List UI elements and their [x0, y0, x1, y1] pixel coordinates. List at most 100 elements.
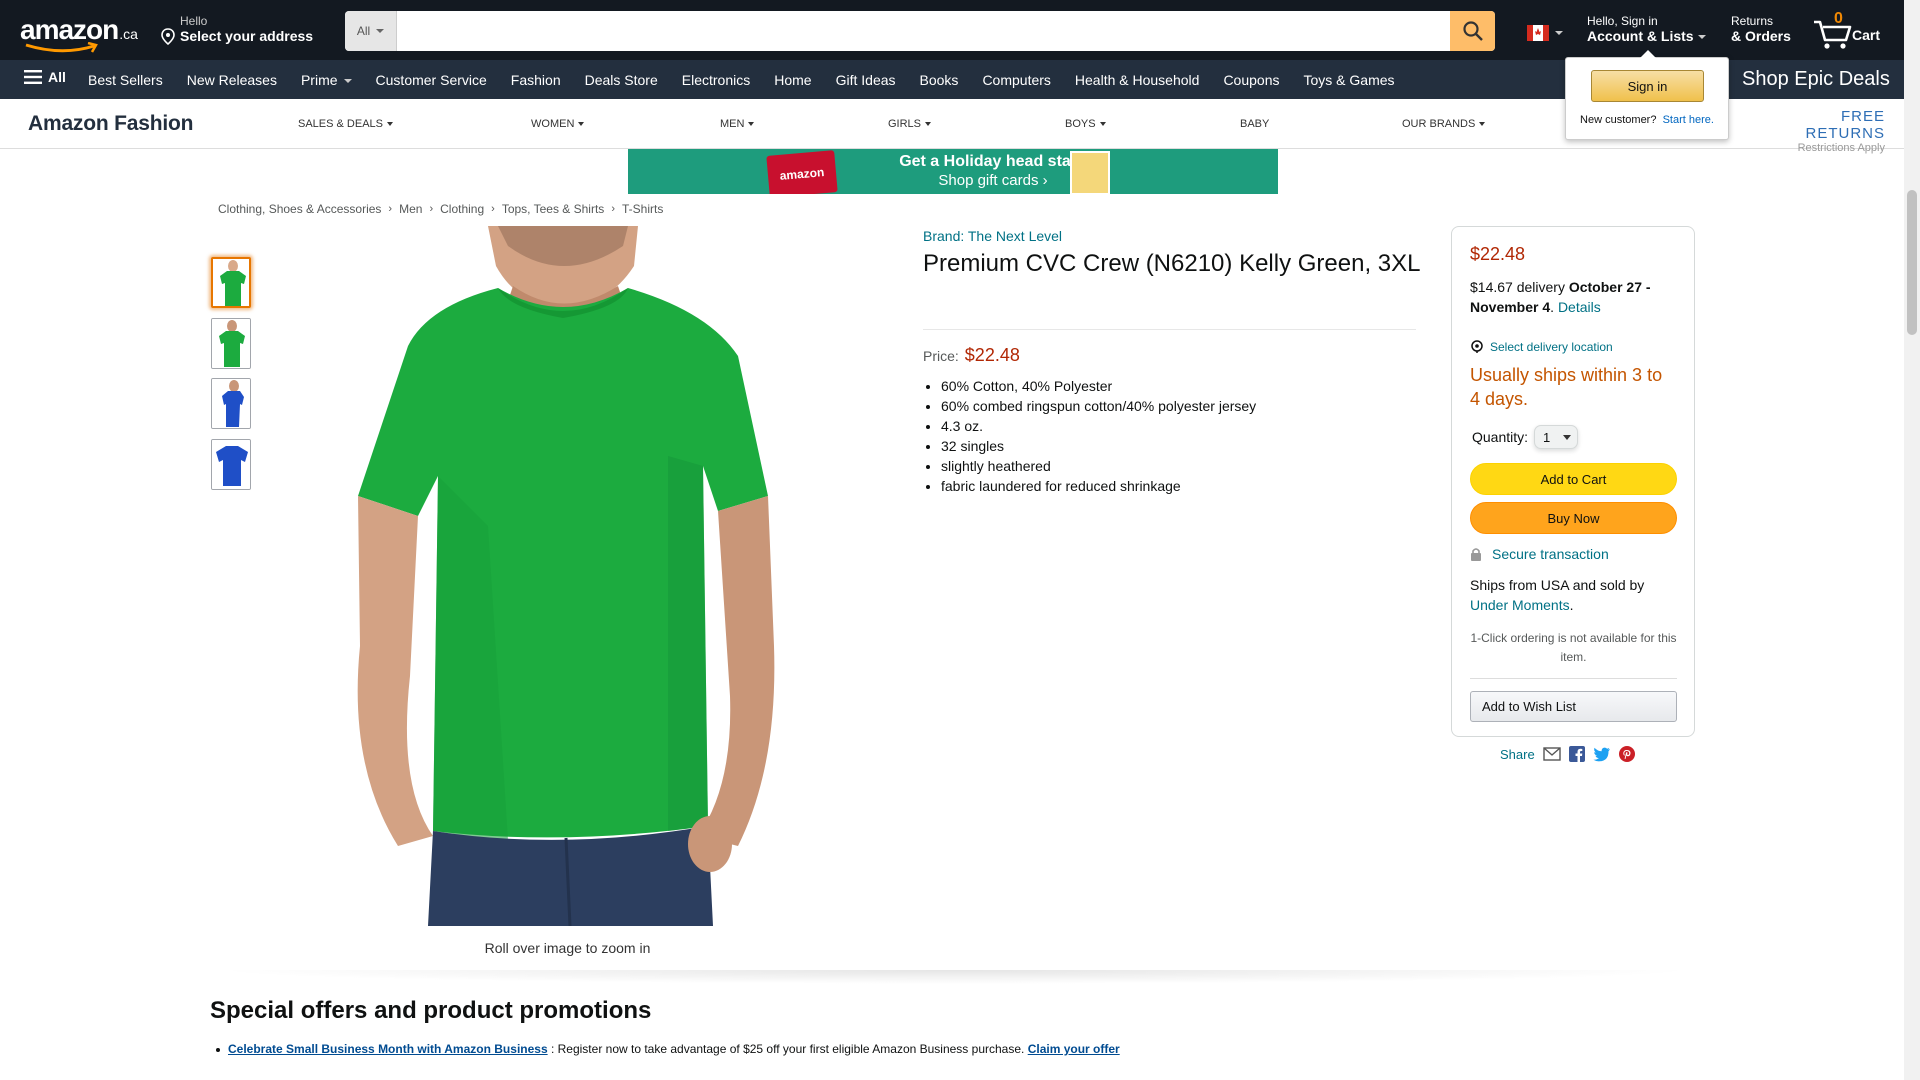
green-shirt-thumb-icon [212, 319, 250, 368]
deliver-greeting: Hello [180, 14, 208, 28]
deliver-address: Select your address [180, 28, 314, 44]
fashion-category-label: SALES & DEALS [298, 118, 383, 130]
promotion-text: : Register now to take advantage of $25 … [547, 1042, 1028, 1056]
location-icon [1471, 340, 1483, 353]
chevron-down-icon [1099, 122, 1106, 127]
breadcrumb-item[interactable]: Tops, Tees & Shirts [502, 202, 605, 216]
amazon-logo[interactable]: amazon.ca [20, 14, 142, 53]
blue-shirt-thumb-icon [212, 440, 250, 489]
scrollbar-thumb[interactable] [1907, 190, 1917, 335]
subnav-gift-ideas[interactable]: Gift Ideas [824, 72, 908, 88]
product-thumbnail[interactable] [211, 318, 251, 369]
subnav-new-releases[interactable]: New Releases [175, 72, 289, 88]
blue-shirt-thumb-icon [212, 379, 250, 428]
breadcrumb-item[interactable]: Men [399, 202, 422, 216]
secure-transaction-link[interactable]: Secure transaction [1470, 546, 1609, 562]
brand-link[interactable]: Brand: The Next Level [923, 228, 1062, 244]
promotion-link[interactable]: Celebrate Small Business Month with Amaz… [228, 1042, 548, 1056]
product-thumbnail[interactable] [211, 257, 251, 308]
add-to-wish-list-button[interactable]: Add to Wish List [1470, 691, 1677, 722]
breadcrumb-item[interactable]: Clothing [440, 202, 484, 216]
feature-bullet: 60% Cotton, 40% Polyester [941, 376, 1256, 396]
search-button[interactable] [1450, 11, 1495, 51]
breadcrumb-item[interactable]: Clothing, Shoes & Accessories [218, 202, 381, 216]
product-thumbnail[interactable] [211, 378, 251, 429]
main-product-image[interactable] [338, 226, 796, 926]
free-returns-banner[interactable]: FREE RETURNS Restrictions Apply [1765, 108, 1885, 154]
subnav-home[interactable]: Home [762, 72, 823, 88]
signin-button[interactable]: Sign in [1591, 70, 1704, 102]
fashion-sales-deals[interactable]: SALES & DEALS [298, 118, 393, 130]
product-thumbnail[interactable] [211, 439, 251, 490]
add-to-cart-button[interactable]: Add to Cart [1470, 463, 1677, 495]
email-icon[interactable] [1543, 747, 1561, 761]
subnav-prime[interactable]: Prime [289, 72, 364, 88]
claim-offer-link[interactable]: Claim your offer [1028, 1042, 1120, 1056]
feature-bullet: 32 singles [941, 436, 1256, 456]
subnav-health-household[interactable]: Health & Household [1063, 72, 1212, 88]
feature-bullet: 60% combed ringspun cotton/40% polyester… [941, 396, 1256, 416]
fashion-boys[interactable]: BOYS [1065, 118, 1106, 130]
lock-icon [1471, 548, 1481, 561]
ships-from-text: Ships from USA and sold by [1470, 577, 1645, 593]
account-and-lists[interactable]: Hello, Sign in Account & Lists [1587, 14, 1706, 44]
divider [1470, 678, 1677, 679]
cart-button[interactable]: 0 Cart [1812, 10, 1888, 50]
all-menu-button[interactable]: All [24, 69, 66, 85]
fashion-baby[interactable]: BABY [1240, 118, 1269, 130]
gift-card-banner[interactable]: amazon Get a Holiday head start. Shop gi… [628, 149, 1278, 194]
returns-label: Returns [1731, 14, 1774, 28]
language-selector[interactable] [1527, 25, 1563, 41]
delivery-details-link[interactable]: Details [1558, 299, 1601, 315]
quantity-row: Quantity: 1 [1472, 425, 1579, 449]
seller-link[interactable]: Under Moments [1470, 597, 1570, 613]
subnav-customer-service[interactable]: Customer Service [364, 72, 499, 88]
quantity-dropdown[interactable]: 1 [1534, 425, 1579, 449]
search-input[interactable] [397, 11, 1450, 51]
facebook-icon[interactable] [1568, 746, 1585, 762]
breadcrumb-item[interactable]: T-Shirts [622, 202, 663, 216]
fashion-our-brands[interactable]: OUR BRANDS [1402, 118, 1486, 130]
subnav-computers[interactable]: Computers [970, 72, 1062, 88]
search-category-dropdown[interactable]: All [345, 11, 397, 51]
subnav-books[interactable]: Books [908, 72, 971, 88]
amazon-fashion-logo[interactable]: Amazon Fashion [28, 112, 193, 136]
hamburger-icon [24, 70, 42, 84]
breadcrumb: Clothing, Shoes & Accessories › Men › Clot… [218, 202, 663, 216]
orders-label: & Orders [1731, 28, 1791, 44]
subnav-electronics[interactable]: Electronics [670, 72, 762, 88]
subnav-best-sellers[interactable]: Best Sellers [76, 72, 175, 88]
smile-arrow-icon [25, 42, 98, 53]
ships-from-info: Ships from USA and sold by Under Moments… [1470, 577, 1645, 613]
green-tshirt-model-image [357, 226, 775, 926]
chevron-down-icon [925, 122, 932, 127]
breadcrumb-separator-icon: › [429, 203, 434, 215]
gift-card-image [1070, 151, 1110, 194]
subnav-fashion[interactable]: Fashion [499, 72, 573, 88]
pinterest-icon[interactable] [1618, 746, 1635, 762]
price-row: Price: $22.48 [923, 345, 1020, 366]
fashion-men[interactable]: MEN [720, 118, 755, 130]
shipping-availability: Usually ships within 3 to 4 days. [1470, 365, 1663, 409]
subnav-coupons[interactable]: Coupons [1211, 72, 1291, 88]
returns-orders[interactable]: Returns & Orders [1731, 14, 1791, 44]
fashion-girls[interactable]: GIRLS [888, 118, 932, 130]
logo-tld: .ca [119, 26, 138, 42]
fashion-women[interactable]: WOMEN [531, 118, 585, 130]
start-here-link[interactable]: Start here. [1663, 114, 1714, 126]
shop-epic-deals-link[interactable]: Shop Epic Deals [1742, 68, 1890, 91]
page-scrollbar[interactable] [1904, 0, 1920, 1080]
chevron-down-icon [748, 122, 755, 127]
twitter-icon[interactable] [1593, 747, 1611, 762]
breadcrumb-separator-icon: › [491, 203, 495, 215]
subnav-toys-games[interactable]: Toys & Games [1291, 72, 1406, 88]
free-returns-title: FREE RETURNS [1805, 108, 1885, 142]
chevron-down-icon [376, 29, 385, 33]
buy-now-button[interactable]: Buy Now [1470, 502, 1677, 534]
subnav-deals-store[interactable]: Deals Store [573, 72, 670, 88]
subnav-links: Best Sellers New Releases Prime Customer… [76, 60, 1407, 99]
feature-bullet: 4.3 oz. [941, 416, 1256, 436]
deliver-to[interactable]: Hello Select your address [160, 14, 314, 46]
divider [923, 329, 1416, 330]
select-location-link[interactable]: Select delivery location [1470, 340, 1613, 354]
